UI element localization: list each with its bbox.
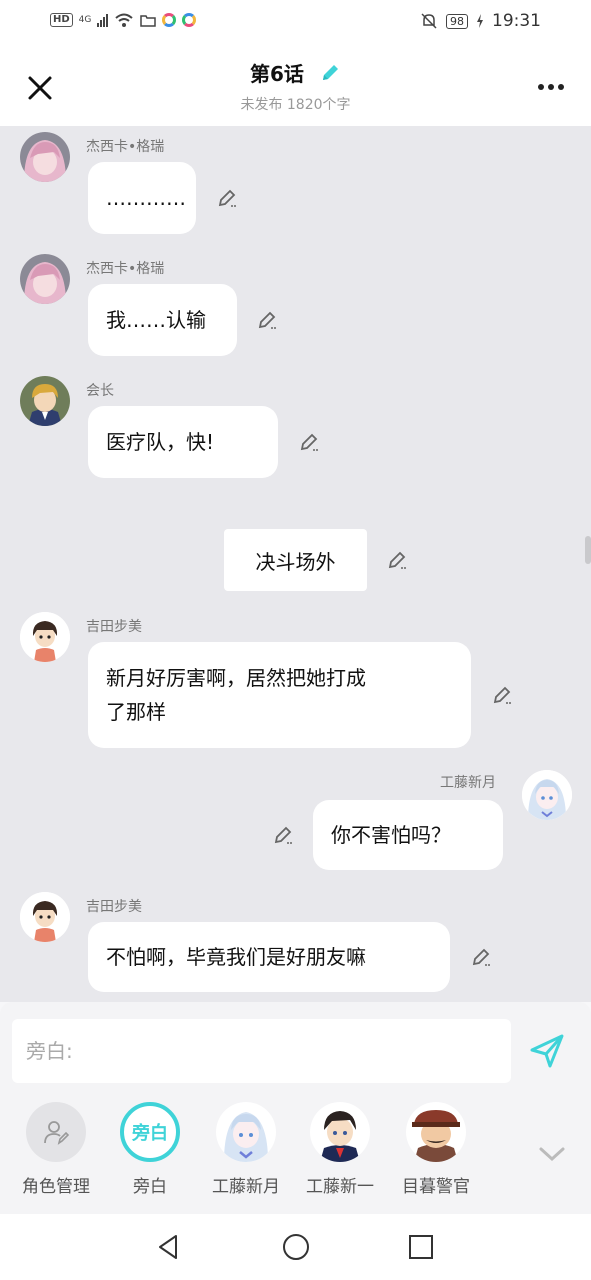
role-manage-button[interactable]: 角色管理	[16, 1102, 96, 1197]
character-avatar[interactable]	[522, 770, 572, 820]
edit-icon[interactable]	[216, 187, 238, 209]
clock: 19:31	[492, 11, 541, 31]
edit-icon[interactable]	[386, 549, 408, 571]
hd-badge: HD	[50, 13, 73, 27]
character-avatar	[310, 1102, 370, 1162]
message-text-line: 新月好厉害啊，居然把她打成	[106, 666, 366, 690]
character-avatar	[406, 1102, 466, 1162]
message-text-line: 了那样	[106, 700, 166, 724]
system-nav-bar	[0, 1214, 591, 1280]
narration-bubble[interactable]: 决斗场外	[224, 529, 367, 591]
role-label: 目暮警官	[402, 1177, 470, 1197]
message-bubble[interactable]: 我……认输	[88, 284, 237, 356]
speaker-name: 会长	[86, 383, 114, 399]
edit-icon[interactable]	[491, 684, 513, 706]
signal-icon	[97, 13, 109, 27]
wifi-icon	[115, 13, 134, 27]
user-edit-icon	[26, 1102, 86, 1162]
narration-input-box[interactable]	[12, 1019, 511, 1083]
message-bubble[interactable]: 医疗队，快!	[88, 406, 278, 478]
back-triangle-icon[interactable]	[154, 1232, 184, 1262]
narrator-badge-text: 旁白	[132, 1123, 168, 1144]
speaker-name: 吉田步美	[86, 899, 142, 915]
speaker-name: 杰西卡•格瑞	[86, 139, 165, 155]
charging-icon	[477, 14, 483, 28]
send-icon[interactable]	[528, 1032, 566, 1070]
more-icon[interactable]	[537, 80, 565, 94]
speaker-name: 杰西卡•格瑞	[86, 261, 165, 277]
edit-icon[interactable]	[272, 824, 294, 846]
role-character-button[interactable]: 工藤新一	[300, 1102, 380, 1197]
role-label: 工藤新月	[212, 1177, 280, 1197]
character-avatar	[216, 1102, 276, 1162]
role-character-button[interactable]: 工藤新月	[206, 1102, 286, 1197]
speaker-name: 工藤新月	[440, 775, 496, 791]
role-label: 工藤新一	[306, 1177, 374, 1197]
app-icon	[182, 13, 197, 27]
character-avatar[interactable]	[20, 612, 70, 662]
role-label: 角色管理	[22, 1177, 90, 1197]
page-title: 第6话	[249, 62, 304, 86]
message-bubble[interactable]: 不怕啊，毕竟我们是好朋友嘛	[88, 922, 450, 992]
home-circle-icon[interactable]	[281, 1232, 311, 1262]
composer-panel: 角色管理 旁白 旁白 工藤新月 工藤新一 目暮警官	[0, 1002, 591, 1214]
message-bubble[interactable]: …………	[88, 162, 196, 234]
recents-square-icon[interactable]	[406, 1232, 436, 1262]
character-avatar[interactable]	[20, 892, 70, 942]
narration-input[interactable]	[12, 1019, 511, 1083]
character-avatar[interactable]	[20, 254, 70, 304]
message-bubble[interactable]: 你不害怕吗？	[313, 800, 503, 870]
edit-title-icon[interactable]	[319, 62, 341, 84]
header: 第6话 未发布 1820个字	[0, 46, 591, 126]
battery-icon: 98	[446, 13, 468, 29]
chat-area[interactable]: 杰西卡•格瑞 ………… 杰西卡•格瑞 我……认输 会长 医疗队，快! 决斗场外 …	[0, 126, 591, 1002]
folder-icon	[140, 15, 157, 27]
character-avatar[interactable]	[20, 376, 70, 426]
role-narrator-button[interactable]: 旁白 旁白	[110, 1102, 190, 1197]
role-label: 旁白	[133, 1177, 167, 1197]
mute-bell-icon	[421, 13, 437, 29]
speaker-name: 吉田步美	[86, 619, 142, 635]
message-bubble[interactable]: 新月好厉害啊，居然把她打成 了那样	[88, 642, 471, 748]
chevron-down-icon[interactable]	[538, 1144, 566, 1164]
edit-icon[interactable]	[256, 309, 278, 331]
status-bar: HD 4G 98 19:31	[0, 0, 591, 46]
edit-icon[interactable]	[470, 946, 492, 968]
character-avatar[interactable]	[20, 132, 70, 182]
narrator-badge: 旁白	[120, 1102, 180, 1162]
edit-icon[interactable]	[298, 431, 320, 453]
scrollbar-thumb[interactable]	[585, 536, 591, 564]
chapter-status: 未发布 1820个字	[240, 97, 351, 113]
network-type: 4G	[78, 15, 92, 25]
role-character-button[interactable]: 目暮警官	[396, 1102, 476, 1197]
app-icon	[162, 13, 177, 27]
